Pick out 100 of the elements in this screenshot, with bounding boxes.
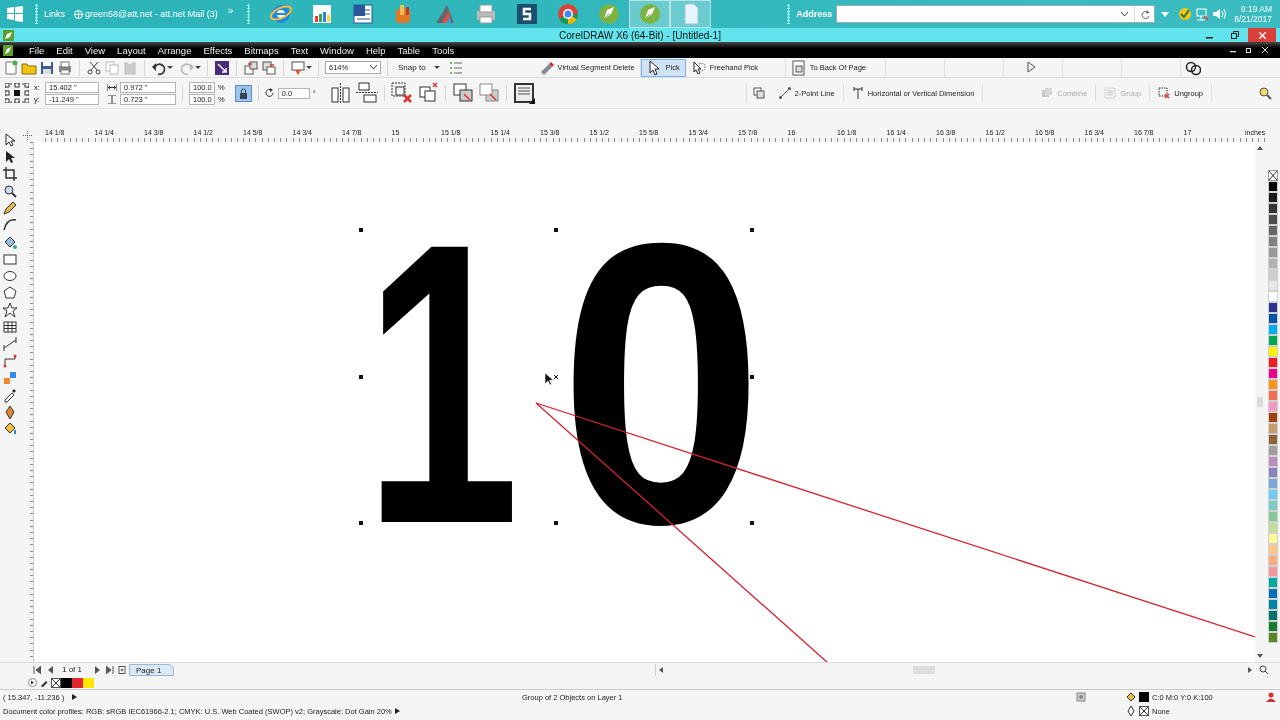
star-shape-icon[interactable] bbox=[2, 302, 18, 318]
menu-item[interactable]: View bbox=[78, 44, 112, 56]
scroll-thumb[interactable] bbox=[1257, 397, 1263, 407]
shield-check-icon[interactable] bbox=[1178, 7, 1193, 21]
color-swatch[interactable] bbox=[1267, 412, 1278, 423]
globe-icon[interactable] bbox=[74, 9, 83, 19]
color-swatch[interactable] bbox=[1267, 555, 1278, 566]
application-launcher-icon[interactable] bbox=[290, 59, 306, 76]
color-swatch[interactable] bbox=[61, 677, 72, 688]
color-swatch[interactable] bbox=[1267, 621, 1278, 632]
selection-handle[interactable] bbox=[750, 521, 754, 525]
menu-item[interactable]: Arrange bbox=[151, 44, 198, 56]
new-document-icon[interactable] bbox=[3, 59, 19, 76]
scroll-up-icon[interactable] bbox=[1257, 146, 1263, 150]
color-swatch[interactable] bbox=[1267, 324, 1278, 335]
menu-item[interactable]: Bitmaps bbox=[238, 44, 285, 56]
color-swatch[interactable] bbox=[72, 677, 83, 688]
mirror-horizontal-icon[interactable] bbox=[329, 82, 352, 104]
scroll-right-icon[interactable] bbox=[1248, 666, 1252, 673]
selection-handle[interactable] bbox=[359, 228, 363, 232]
menu-item[interactable]: Tools bbox=[426, 44, 461, 56]
selection-handle[interactable] bbox=[554, 521, 558, 525]
ellipse-icon[interactable] bbox=[2, 268, 18, 284]
dimension-line-icon[interactable] bbox=[2, 336, 18, 352]
color-swatch[interactable] bbox=[83, 677, 94, 688]
color-swatch[interactable] bbox=[1267, 247, 1278, 258]
caret-icon[interactable] bbox=[306, 65, 312, 70]
color-swatch[interactable] bbox=[1267, 313, 1278, 324]
export-icon[interactable] bbox=[261, 59, 277, 76]
color-swatch[interactable] bbox=[1267, 423, 1278, 434]
polygon-icon[interactable] bbox=[2, 285, 18, 301]
color-swatch[interactable] bbox=[1267, 225, 1278, 236]
color-swatch[interactable] bbox=[1267, 456, 1278, 467]
fill-bucket-icon[interactable] bbox=[2, 421, 18, 437]
outline-panel-icon[interactable] bbox=[512, 82, 535, 104]
color-swatch[interactable] bbox=[1267, 489, 1278, 500]
color-swatch[interactable] bbox=[1267, 258, 1278, 269]
to-back-icon[interactable] bbox=[477, 82, 500, 104]
selection-handle[interactable] bbox=[554, 228, 558, 232]
selection-handle[interactable] bbox=[750, 228, 754, 232]
address-field[interactable] bbox=[836, 5, 1156, 23]
ruler-origin-icon[interactable] bbox=[22, 130, 32, 140]
first-page-icon[interactable] bbox=[33, 665, 41, 674]
color-swatch[interactable] bbox=[1267, 522, 1278, 533]
next-page-icon[interactable] bbox=[94, 665, 102, 674]
flyout-arrow-icon[interactable] bbox=[72, 694, 78, 700]
connector-icon[interactable] bbox=[2, 353, 18, 369]
windows-logo-icon[interactable] bbox=[7, 6, 23, 22]
menu-item[interactable]: Edit bbox=[50, 44, 79, 56]
zoom-tools-icon[interactable] bbox=[1258, 86, 1272, 100]
selection-handle[interactable] bbox=[359, 375, 363, 379]
menu-item[interactable]: Effects bbox=[197, 44, 239, 56]
color-swatch[interactable] bbox=[1267, 269, 1278, 280]
menu-item[interactable]: Table bbox=[391, 44, 427, 56]
color-swatch[interactable] bbox=[1267, 203, 1278, 214]
no-color-swatch-icon[interactable] bbox=[51, 677, 61, 688]
close-icon[interactable] bbox=[1262, 47, 1268, 53]
lock-ratio-button[interactable] bbox=[234, 84, 252, 102]
close-button[interactable] bbox=[1248, 28, 1276, 42]
color-swatch[interactable] bbox=[1267, 566, 1278, 577]
color-swatch[interactable] bbox=[1267, 478, 1278, 489]
page-tab[interactable]: Page 1 bbox=[129, 663, 175, 676]
color-swatch[interactable] bbox=[1267, 192, 1278, 203]
color-swatch[interactable] bbox=[1267, 368, 1278, 379]
color-swatch[interactable] bbox=[1267, 390, 1278, 401]
color-swatch[interactable] bbox=[1267, 610, 1278, 621]
scroll-down-icon[interactable] bbox=[1257, 654, 1263, 658]
menu-item[interactable]: Layout bbox=[111, 44, 152, 56]
clipboard-icon[interactable] bbox=[122, 59, 138, 76]
color-swatch[interactable] bbox=[1267, 632, 1278, 643]
publish-icon[interactable] bbox=[243, 59, 259, 76]
flyout-arrow-icon[interactable] bbox=[394, 708, 400, 714]
curve-icon[interactable] bbox=[2, 217, 18, 233]
color-swatch[interactable] bbox=[1267, 511, 1278, 522]
snap-to-dropdown[interactable]: Snap to bbox=[394, 63, 444, 72]
color-swatch[interactable] bbox=[1267, 599, 1278, 610]
previous-page-icon[interactable] bbox=[46, 665, 54, 674]
color-swatch[interactable] bbox=[1267, 588, 1278, 599]
caret-icon[interactable] bbox=[167, 65, 173, 70]
flyout-play-icon[interactable] bbox=[28, 678, 37, 687]
checklist-icon[interactable] bbox=[447, 59, 464, 76]
printer-icon[interactable] bbox=[57, 59, 73, 76]
color-swatch[interactable] bbox=[1267, 335, 1278, 346]
import-icon[interactable] bbox=[214, 59, 230, 76]
break-apart-icon[interactable] bbox=[416, 82, 439, 104]
scissors-icon[interactable] bbox=[86, 59, 102, 76]
color-swatch[interactable] bbox=[1267, 357, 1278, 368]
pointer-arrow-icon[interactable] bbox=[2, 132, 18, 148]
speaker-icon[interactable] bbox=[1212, 7, 1227, 21]
color-swatch[interactable] bbox=[1267, 346, 1278, 357]
selection-handle[interactable] bbox=[750, 375, 754, 379]
restore-icon[interactable] bbox=[1246, 47, 1252, 53]
eyedropper-icon[interactable] bbox=[40, 678, 49, 687]
to-front-icon[interactable] bbox=[451, 82, 474, 104]
zoom-icon[interactable] bbox=[1259, 665, 1268, 674]
color-swatch[interactable] bbox=[1267, 181, 1278, 192]
refresh-icon[interactable] bbox=[1141, 9, 1151, 19]
selection-handle[interactable] bbox=[359, 521, 363, 525]
crop-icon[interactable] bbox=[2, 166, 18, 182]
no-color-swatch-icon[interactable] bbox=[1267, 170, 1278, 181]
